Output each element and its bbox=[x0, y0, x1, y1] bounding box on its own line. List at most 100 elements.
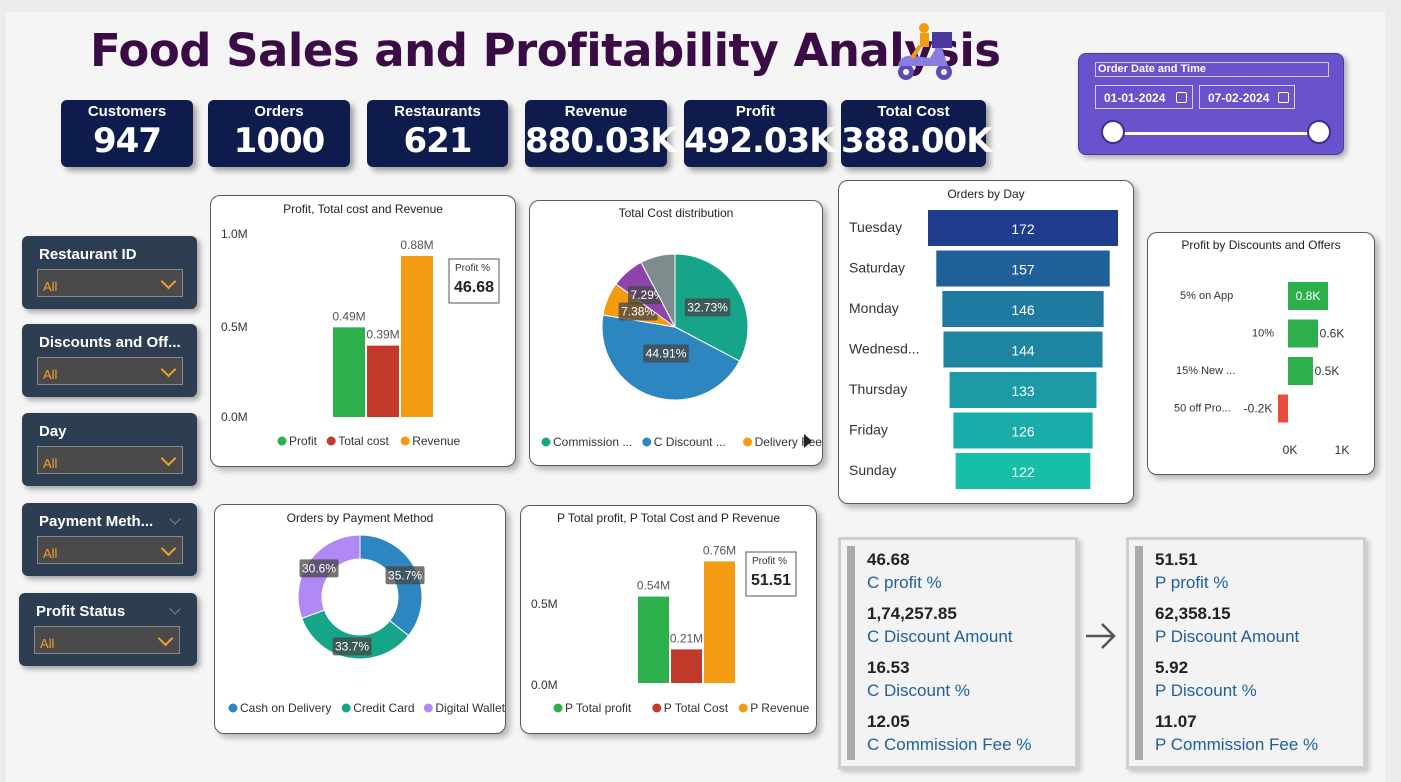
day-label: Thursday bbox=[849, 381, 907, 397]
data-label: 32.73% bbox=[687, 300, 728, 314]
data-label: 35.7% bbox=[388, 568, 422, 582]
metric-label: C Discount Amount bbox=[867, 627, 1013, 646]
data-label: -0.2K bbox=[1244, 402, 1273, 416]
legend-marker bbox=[400, 436, 410, 446]
date-range-slider[interactable] bbox=[1113, 132, 1318, 135]
clear-selection-icon[interactable] bbox=[169, 513, 181, 525]
slider-end-handle[interactable] bbox=[1307, 120, 1331, 144]
slicer-discounts-and-off: Discounts and Off... All bbox=[22, 324, 197, 397]
legend-marker bbox=[277, 436, 287, 446]
data-label: 122 bbox=[1011, 464, 1035, 480]
metric-value: 12.05 bbox=[867, 712, 910, 731]
kpi-value: 1000 bbox=[233, 121, 326, 161]
data-label: 0.6K bbox=[1320, 327, 1345, 341]
slicer-dropdown[interactable]: All bbox=[37, 357, 183, 385]
legend-marker bbox=[642, 437, 652, 447]
data-label: 144 bbox=[1011, 343, 1035, 359]
data-label: 126 bbox=[1011, 424, 1035, 440]
page-title: Food Sales and Profitability Analysis bbox=[90, 24, 1001, 77]
day-label: Sunday bbox=[849, 462, 896, 478]
bar-p-revenue bbox=[704, 561, 735, 683]
legend-marker bbox=[228, 703, 238, 713]
day-label: Saturday bbox=[849, 260, 905, 276]
category-label: 10% bbox=[1252, 328, 1274, 340]
category-label: 50 off Pro... bbox=[1174, 403, 1231, 415]
bar-profit bbox=[333, 327, 365, 417]
kpi-label: Orders bbox=[254, 103, 304, 120]
kpi-label: Profit bbox=[735, 103, 776, 120]
kpi-label: Total Cost bbox=[877, 103, 950, 120]
data-label: 0.21M bbox=[670, 631, 703, 645]
profit-percent-value: 46.68 bbox=[454, 279, 494, 296]
profit-percent-label: Profit % bbox=[752, 556, 787, 567]
data-label: 0.76M bbox=[703, 543, 736, 557]
slider-start-handle[interactable] bbox=[1101, 120, 1125, 144]
slicer-label: Payment Meth... bbox=[39, 513, 154, 530]
slicer-dropdown[interactable]: All bbox=[37, 536, 183, 564]
data-label: 30.6% bbox=[302, 561, 336, 575]
slicer-restaurant-id: Restaurant ID All bbox=[22, 236, 197, 309]
bar bbox=[1278, 394, 1288, 423]
profit-cost-revenue-chart: Profit, Total cost and Revenue 1.0M 0.5M 0… bbox=[210, 195, 516, 467]
slicer-label: Restaurant ID bbox=[39, 246, 137, 263]
data-label: 0.88M bbox=[400, 238, 433, 252]
kpi-label: Restaurants bbox=[394, 103, 481, 120]
legend-marker bbox=[652, 703, 662, 713]
day-label: Friday bbox=[849, 422, 888, 438]
clear-selection-icon[interactable] bbox=[169, 603, 181, 615]
end-date-input[interactable]: 07-02-2024 bbox=[1199, 85, 1295, 109]
data-label: 146 bbox=[1011, 302, 1035, 318]
arrow-right-icon bbox=[1086, 623, 1116, 649]
date-filter-label: Order Date and Time bbox=[1095, 62, 1329, 77]
kpi-card-customers: Customers 947 bbox=[61, 100, 193, 167]
legend-marker bbox=[423, 703, 433, 713]
y-tick-label: 0.0M bbox=[531, 678, 558, 692]
total-cost-distribution-chart: Total Cost distribution 32.73% 44.91% 7.38… bbox=[529, 200, 823, 466]
legend-item: Delivery Fee bbox=[755, 435, 822, 449]
data-label: 33.7% bbox=[335, 639, 369, 653]
metric-value: 11.07 bbox=[1155, 712, 1197, 731]
metric-label: C Discount % bbox=[867, 681, 970, 700]
x-tick-label: 0K bbox=[1283, 443, 1298, 457]
slicer-dropdown[interactable]: All bbox=[37, 446, 183, 474]
metric-value: 16.53 bbox=[867, 658, 910, 677]
legend-item: Digital Wallet bbox=[435, 701, 505, 715]
slicer-label: Discounts and Off... bbox=[39, 334, 181, 351]
day-label: Wednesd... bbox=[849, 341, 920, 357]
orders-by-day-svg: Tuesday 172 Saturday 157 Monday 146 Wednesd...… bbox=[849, 210, 1118, 489]
end-date-value: 07-02-2024 bbox=[1208, 91, 1270, 105]
data-label: 0.49M bbox=[332, 309, 365, 323]
kpi-value: 947 bbox=[93, 121, 162, 161]
metric-value: 5.92 bbox=[1155, 658, 1189, 677]
legend-marker bbox=[553, 703, 563, 713]
card-accent-bar bbox=[847, 546, 855, 760]
calendar-icon bbox=[1176, 92, 1187, 103]
slicer-value: All bbox=[40, 636, 55, 651]
total-cost-distribution-svg: 32.73%44.91%7.38%7.29%Commission ... C Di… bbox=[541, 253, 822, 449]
legend-item: Total cost bbox=[338, 434, 389, 448]
y-tick-label: 0.0M bbox=[221, 410, 248, 424]
metric-label: P Discount Amount bbox=[1155, 627, 1300, 646]
x-tick-label: 1K bbox=[1335, 443, 1350, 457]
bar-total-cost bbox=[367, 345, 399, 417]
slicer-label: Day bbox=[39, 423, 67, 440]
data-label: 0.8K bbox=[1296, 289, 1321, 303]
slicer-dropdown[interactable]: All bbox=[37, 269, 183, 297]
slicer-profit-status: Profit Status All bbox=[19, 593, 197, 666]
day-label: Monday bbox=[849, 300, 899, 316]
legend-marker bbox=[743, 437, 753, 447]
data-label: 0.39M bbox=[366, 328, 399, 342]
category-label: 5% on App bbox=[1180, 290, 1233, 302]
slicer-value: All bbox=[43, 279, 58, 294]
order-date-filter: Order Date and Time 01-01-2024 07-02-202… bbox=[1078, 53, 1344, 155]
legend-item: P Total profit bbox=[565, 701, 632, 715]
profit-cost-revenue-svg: 1.0M 0.5M 0.0M 0.49M0.39M 0.88M Profit % 46.68… bbox=[221, 227, 500, 448]
legend-item: Commission ... bbox=[553, 435, 632, 449]
kpi-value: 621 bbox=[403, 121, 473, 161]
slicer-dropdown[interactable]: All bbox=[34, 626, 180, 654]
metric-label: P Commission Fee % bbox=[1155, 735, 1319, 754]
metric-value: 62,358.15 bbox=[1155, 604, 1231, 623]
legend-marker bbox=[326, 436, 336, 446]
start-date-input[interactable]: 01-01-2024 bbox=[1095, 85, 1193, 109]
kpi-value: 880.03K bbox=[525, 121, 677, 161]
